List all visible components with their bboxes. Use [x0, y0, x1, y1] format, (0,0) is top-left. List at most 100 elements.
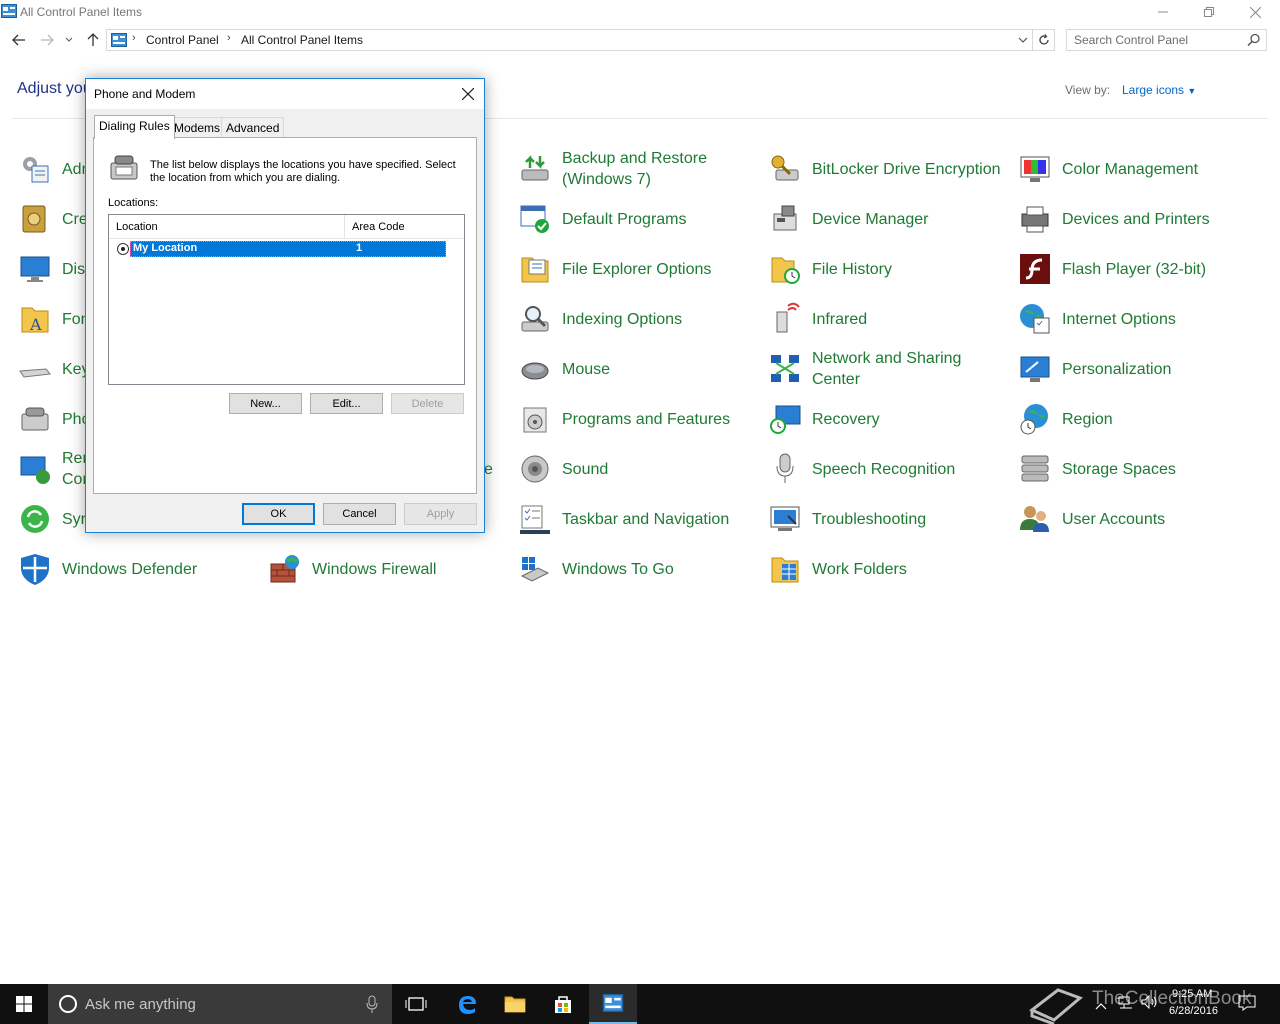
cp-item-troubleshooting[interactable]: Troubleshooting — [768, 498, 1018, 542]
tab-modems[interactable]: Modems — [169, 117, 226, 137]
view-by-label: View by: — [1065, 83, 1111, 97]
default-programs-icon — [520, 205, 549, 233]
cp-item-infrared[interactable]: Infrared — [768, 298, 1018, 342]
close-button[interactable] — [1232, 0, 1278, 24]
selected-radio-icon[interactable] — [117, 243, 129, 255]
cp-item-flash-player[interactable]: Flash Player (32-bit) — [1018, 248, 1268, 292]
cp-item-programs-and-features[interactable]: Programs and Features — [518, 398, 768, 442]
list-item[interactable]: My Location 1 — [113, 241, 446, 257]
cp-item-user-accounts[interactable]: User Accounts — [1018, 498, 1268, 542]
up-button[interactable] — [83, 30, 103, 50]
restore-button[interactable] — [1186, 0, 1232, 24]
recent-locations-button[interactable] — [62, 30, 76, 50]
address-dropdown-button[interactable] — [1016, 32, 1030, 48]
cp-item-network-and-sharing[interactable]: Network and Sharing Center — [768, 348, 1018, 392]
cancel-button[interactable]: Cancel — [323, 503, 396, 525]
cp-item-label: Speech Recognition — [812, 461, 956, 478]
dialog-title-bar: Phone and Modem — [86, 79, 484, 109]
task-view-icon — [405, 997, 427, 1011]
cp-item-windows-firewall[interactable]: Windows Firewall — [268, 548, 518, 592]
cp-item-taskbar-and-navigation[interactable]: Taskbar and Navigation — [518, 498, 768, 542]
cp-item-label: File History — [812, 261, 893, 278]
title-bar: All Control Panel Items — [0, 0, 1280, 24]
cp-item-file-history[interactable]: File History — [768, 248, 1018, 292]
tab-dialing-rules[interactable]: Dialing Rules — [94, 115, 175, 139]
back-button[interactable] — [9, 30, 29, 50]
locations-list[interactable]: Location Area Code My Location 1 — [108, 214, 465, 385]
cp-item-work-folders[interactable]: Work Folders — [768, 548, 1018, 592]
volume-tray-button[interactable] — [1141, 994, 1159, 1015]
breadcrumb-all-items[interactable]: All Control Panel Items — [241, 33, 363, 47]
cp-item-windows-defender[interactable]: Windows Defender — [18, 548, 268, 592]
cp-item-label: Recovery — [812, 411, 880, 428]
cp-item-backup-and-restore[interactable]: Backup and Restore (Windows 7) — [518, 148, 768, 192]
search-box[interactable] — [1066, 29, 1267, 51]
cp-item-label: Programs and Features — [562, 411, 731, 428]
new-button[interactable]: New... — [229, 393, 302, 414]
microphone-icon[interactable] — [366, 994, 378, 1014]
control-panel-taskbar-button[interactable] — [589, 984, 637, 1024]
start-button[interactable] — [0, 984, 48, 1024]
cp-item-default-programs[interactable]: Default Programs — [518, 198, 768, 242]
address-bar[interactable]: › Control Panel › All Control Panel Item… — [106, 29, 1033, 51]
cp-item-mouse[interactable]: Mouse — [518, 348, 768, 392]
personalization-icon — [1020, 356, 1050, 382]
sync-center-icon — [21, 505, 49, 533]
forward-button[interactable] — [37, 30, 57, 50]
cp-item-label: Infrared — [812, 311, 868, 328]
cp-item-region[interactable]: Region — [1018, 398, 1268, 442]
cp-item-sound[interactable]: Sound — [518, 448, 768, 492]
show-hidden-icons-button[interactable] — [1095, 997, 1107, 1015]
tab-advanced[interactable]: Advanced — [221, 117, 285, 137]
cp-item-device-manager[interactable]: Device Manager — [768, 198, 1018, 242]
cortana-search-box[interactable]: Ask me anything — [48, 984, 392, 1024]
cp-item-internet-options[interactable]: Internet Options — [1018, 298, 1268, 342]
store-button[interactable] — [539, 984, 587, 1024]
cp-item-file-explorer-options[interactable]: File Explorer Options — [518, 248, 768, 292]
edit-button[interactable]: Edit... — [310, 393, 383, 414]
cp-item-label: Personalization — [1062, 361, 1172, 378]
minimize-icon — [1158, 11, 1168, 13]
cp-item-label: Region — [1062, 411, 1113, 428]
sound-icon — [521, 455, 549, 483]
network-sharing-icon — [771, 355, 799, 382]
phone-modem-icon — [21, 407, 49, 431]
cp-item-label: File Explorer Options — [562, 261, 712, 278]
column-location[interactable]: Location — [109, 215, 345, 239]
minimize-button[interactable] — [1140, 0, 1186, 24]
search-input[interactable] — [1074, 33, 1244, 47]
task-view-button[interactable] — [392, 984, 440, 1024]
cp-item-color-management[interactable]: Color Management — [1018, 148, 1268, 192]
clock-time[interactable]: 9:25 AM — [1172, 988, 1212, 1000]
cp-item-indexing-options[interactable]: Indexing Options — [518, 298, 768, 342]
ok-button[interactable]: OK — [242, 503, 315, 525]
dialog-close-button[interactable] — [452, 79, 484, 109]
windows-to-go-icon — [520, 557, 550, 582]
windows-firewall-icon — [270, 555, 299, 583]
cp-item-recovery[interactable]: Recovery — [768, 398, 1018, 442]
cp-item-speech-recognition[interactable]: Speech Recognition — [768, 448, 1018, 492]
view-by-dropdown[interactable]: Large icons ▼ — [1122, 83, 1196, 97]
network-tray-button[interactable] — [1118, 994, 1134, 1015]
cp-item-storage-spaces[interactable]: Storage Spaces — [1018, 448, 1268, 492]
refresh-button[interactable] — [1033, 29, 1055, 51]
action-center-button[interactable] — [1238, 995, 1256, 1016]
column-area-code[interactable]: Area Code — [345, 215, 445, 239]
cp-item-windows-to-go[interactable]: Windows To Go — [518, 548, 768, 592]
cp-item-label: BitLocker Drive Encryption — [812, 161, 1001, 178]
breadcrumb-separator-icon[interactable]: › — [227, 32, 231, 44]
file-explorer-button[interactable] — [491, 984, 539, 1024]
list-header: Location Area Code — [109, 215, 464, 239]
cp-item-label: Backup and Restore (Windows 7) — [562, 150, 707, 188]
cp-item-bitlocker[interactable]: BitLocker Drive Encryption — [768, 148, 1018, 192]
clock-date[interactable]: 6/28/2016 — [1169, 1005, 1218, 1017]
cp-item-personalization[interactable]: Personalization — [1018, 348, 1268, 392]
work-folders-icon — [771, 557, 799, 583]
bitlocker-icon — [771, 155, 799, 181]
cp-item-devices-and-printers[interactable]: Devices and Printers — [1018, 198, 1268, 242]
edge-button[interactable] — [443, 984, 491, 1024]
delete-button[interactable]: Delete — [391, 393, 464, 414]
breadcrumb-separator-icon[interactable]: › — [132, 32, 136, 44]
apply-button[interactable]: Apply — [404, 503, 477, 525]
breadcrumb-control-panel[interactable]: Control Panel — [146, 33, 219, 47]
